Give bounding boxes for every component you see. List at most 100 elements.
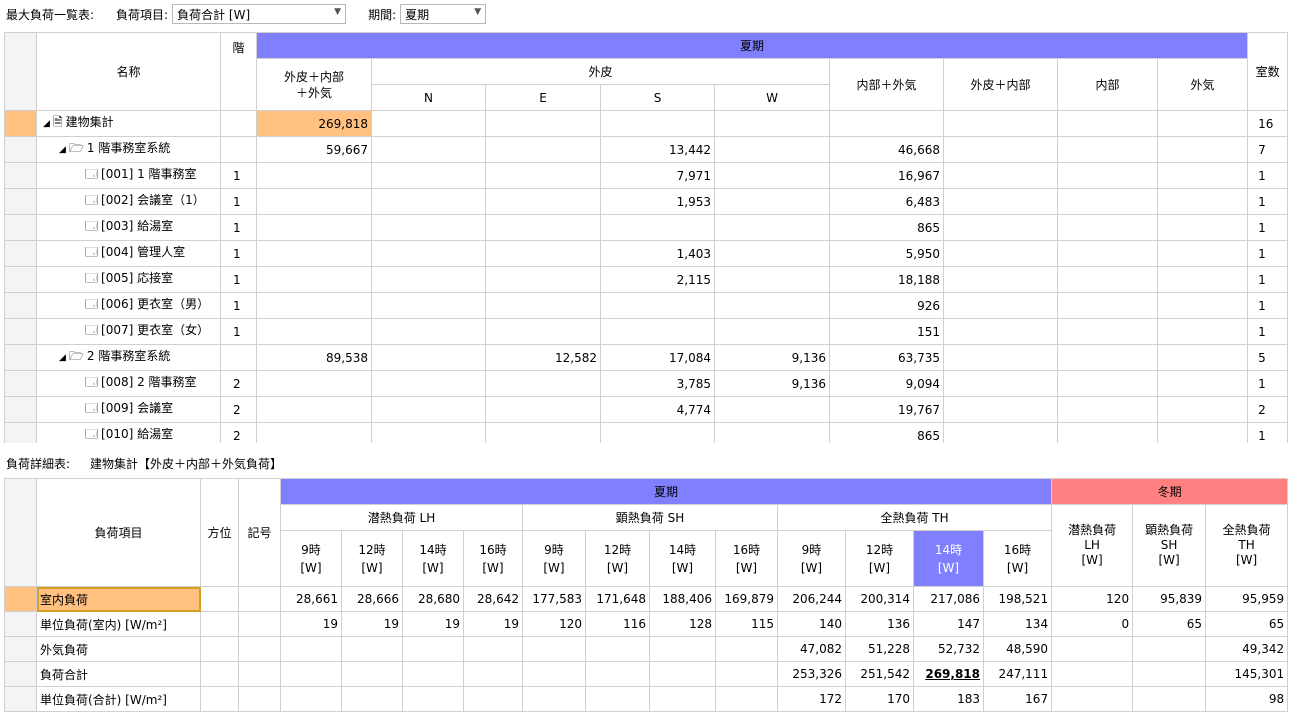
s-cell[interactable] xyxy=(600,318,715,345)
value-cell[interactable] xyxy=(649,686,716,712)
n-cell[interactable] xyxy=(371,292,486,319)
floor-cell[interactable]: 1 xyxy=(220,292,257,319)
internal-cell[interactable] xyxy=(1057,188,1158,215)
col-header-symbol[interactable]: 記号 xyxy=(238,478,281,587)
value-cell[interactable] xyxy=(463,661,523,687)
w-cell[interactable] xyxy=(714,292,830,319)
s-cell[interactable]: 1,403 xyxy=(600,240,715,267)
value-cell[interactable] xyxy=(463,636,523,662)
col-header-envelope-internal[interactable]: 外皮＋内部 xyxy=(943,58,1058,111)
s-cell[interactable]: 3,785 xyxy=(600,370,715,397)
rooms-cell[interactable]: 1 xyxy=(1247,292,1289,319)
outdoor-cell[interactable] xyxy=(1156,162,1249,189)
value-cell[interactable]: 28,680 xyxy=(402,586,464,612)
row-header[interactable] xyxy=(4,110,37,137)
value-cell[interactable]: 198,521 xyxy=(982,586,1053,612)
w-cell[interactable] xyxy=(714,214,830,241)
table-row[interactable]: ◢ 🗎 建物集計 269,818 16 xyxy=(4,110,1289,137)
floor-cell[interactable] xyxy=(220,344,257,371)
value-cell[interactable]: 48,590 xyxy=(982,636,1053,662)
col-header-hour[interactable]: 14時 [W] xyxy=(649,530,716,587)
envelope-internal-cell[interactable] xyxy=(943,318,1058,345)
e-cell[interactable] xyxy=(485,292,601,319)
floor-cell[interactable]: 1 xyxy=(220,318,257,345)
table-row[interactable]: 単位負荷(合計) [W/m²] 172 170 183 167 98 xyxy=(4,686,1289,712)
value-cell[interactable]: 134 xyxy=(982,611,1053,637)
row-name-cell[interactable]: 🗔 [003] 給湯室 xyxy=(36,214,221,241)
floor-cell[interactable] xyxy=(220,110,257,137)
value-cell[interactable]: 147 xyxy=(913,611,984,637)
row-header[interactable] xyxy=(4,422,37,443)
envelope-internal-cell[interactable] xyxy=(943,266,1058,293)
value-cell[interactable]: 49,342 xyxy=(1205,636,1289,662)
s-cell[interactable]: 7,971 xyxy=(600,162,715,189)
internal-outdoor-cell[interactable]: 5,950 xyxy=(829,240,944,267)
total-cell[interactable]: 59,667 xyxy=(256,136,372,163)
internal-outdoor-cell[interactable]: 18,188 xyxy=(829,266,944,293)
e-cell[interactable] xyxy=(485,396,601,423)
value-cell[interactable] xyxy=(585,661,650,687)
rooms-cell[interactable]: 1 xyxy=(1247,214,1289,241)
e-cell[interactable] xyxy=(485,188,601,215)
outdoor-cell[interactable] xyxy=(1156,214,1249,241)
value-cell[interactable]: 65 xyxy=(1132,611,1207,637)
outdoor-cell[interactable] xyxy=(1156,266,1249,293)
value-cell[interactable]: 47,082 xyxy=(777,636,846,662)
floor-cell[interactable]: 2 xyxy=(220,422,257,443)
e-cell[interactable] xyxy=(485,214,601,241)
envelope-internal-cell[interactable] xyxy=(943,136,1058,163)
e-cell[interactable] xyxy=(485,136,601,163)
internal-outdoor-cell[interactable]: 151 xyxy=(829,318,944,345)
n-cell[interactable] xyxy=(371,396,486,423)
load-item-select[interactable]: 負荷合計 [W] ▼ xyxy=(172,4,347,24)
n-cell[interactable] xyxy=(371,266,486,293)
direction-cell[interactable] xyxy=(200,686,239,712)
s-cell[interactable] xyxy=(600,422,715,443)
value-cell[interactable]: 19 xyxy=(402,611,464,637)
row-header[interactable] xyxy=(4,370,37,397)
row-name-cell[interactable]: 🗔 [007] 更衣室（女） xyxy=(36,318,221,345)
value-cell[interactable]: 170 xyxy=(845,686,914,712)
e-cell[interactable] xyxy=(485,110,601,137)
e-cell[interactable]: 12,582 xyxy=(485,344,601,371)
envelope-internal-cell[interactable] xyxy=(943,422,1058,443)
total-cell[interactable]: 269,818 xyxy=(256,110,372,137)
table-row[interactable]: 🗔 [004] 管理人室 1 1,403 5,950 1 xyxy=(4,240,1289,267)
envelope-internal-cell[interactable] xyxy=(943,240,1058,267)
internal-outdoor-cell[interactable]: 63,735 xyxy=(829,344,944,371)
col-header-item[interactable]: 負荷項目 xyxy=(36,478,201,587)
internal-outdoor-cell[interactable]: 46,668 xyxy=(829,136,944,163)
table-row[interactable]: 🗔 [009] 会議室 2 4,774 19,767 2 xyxy=(4,396,1289,423)
value-cell[interactable]: 120 xyxy=(522,611,586,637)
value-cell[interactable] xyxy=(715,661,778,687)
col-header-hour[interactable]: 9時 [W] xyxy=(280,530,342,587)
col-header-hour[interactable]: 9時 [W] xyxy=(522,530,586,587)
total-cell[interactable] xyxy=(256,292,372,319)
n-cell[interactable] xyxy=(371,136,486,163)
total-cell[interactable] xyxy=(256,266,372,293)
internal-outdoor-cell[interactable] xyxy=(829,110,944,137)
w-cell[interactable] xyxy=(714,422,830,443)
table-row[interactable]: 🗔 [006] 更衣室（男） 1 926 1 xyxy=(4,292,1289,319)
row-header[interactable] xyxy=(4,396,37,423)
value-cell[interactable] xyxy=(585,636,650,662)
value-cell[interactable]: 0 xyxy=(1051,611,1134,637)
value-cell[interactable] xyxy=(341,686,403,712)
w-cell[interactable] xyxy=(714,188,830,215)
s-cell[interactable]: 4,774 xyxy=(600,396,715,423)
value-cell[interactable]: 183 xyxy=(913,686,984,712)
internal-outdoor-cell[interactable]: 9,094 xyxy=(829,370,944,397)
internal-cell[interactable] xyxy=(1057,214,1158,241)
value-cell[interactable]: 172 xyxy=(777,686,846,712)
s-cell[interactable]: 2,115 xyxy=(600,266,715,293)
value-cell[interactable] xyxy=(522,686,586,712)
row-header[interactable] xyxy=(4,344,37,371)
row-name-cell[interactable]: 🗔 [002] 会議室（1） xyxy=(36,188,221,215)
value-cell[interactable] xyxy=(341,636,403,662)
total-cell[interactable] xyxy=(256,240,372,267)
n-cell[interactable] xyxy=(371,240,486,267)
value-cell[interactable] xyxy=(463,686,523,712)
value-cell[interactable]: 98 xyxy=(1205,686,1289,712)
internal-cell[interactable] xyxy=(1057,162,1158,189)
n-cell[interactable] xyxy=(371,318,486,345)
